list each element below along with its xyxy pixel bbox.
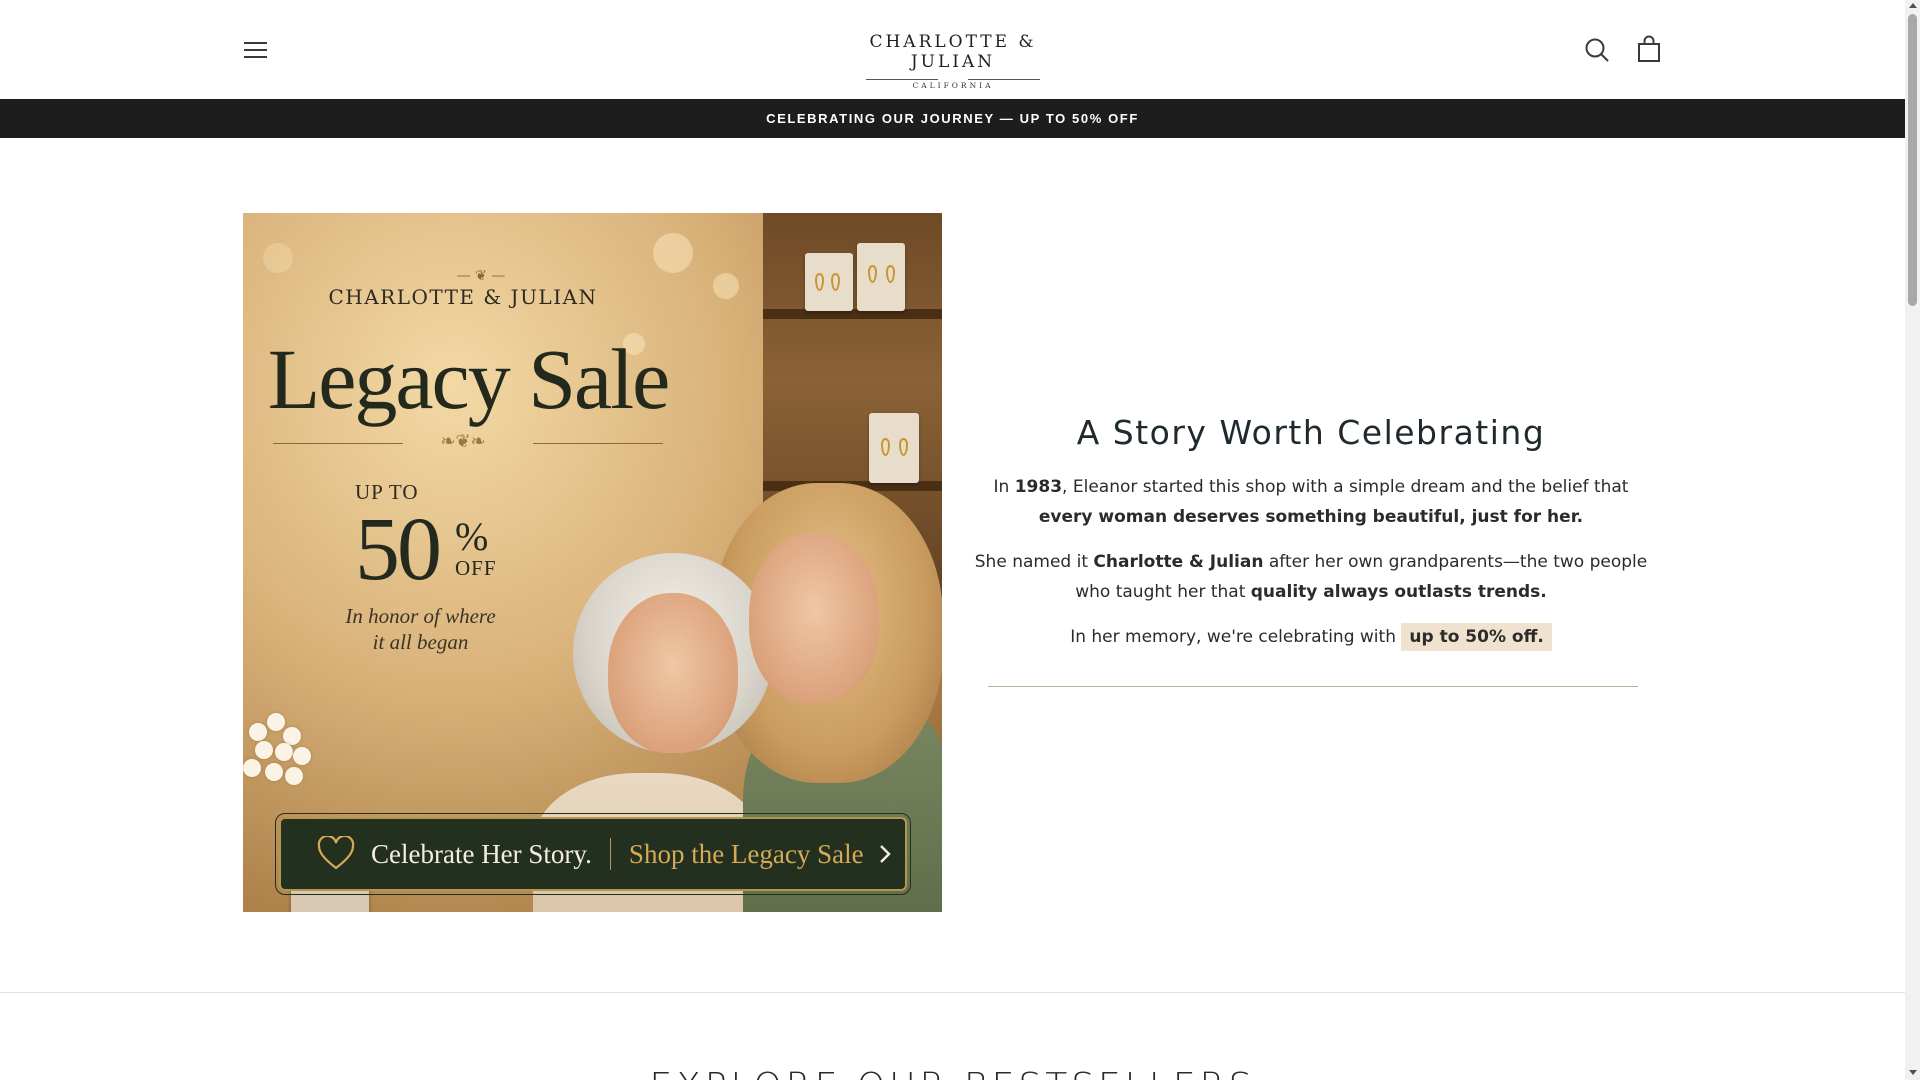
flourish-icon: ❧❦❧ bbox=[440, 431, 486, 452]
story-paragraph-3: In her memory, we're celebrating with up… bbox=[974, 622, 1648, 652]
white-flowers bbox=[243, 713, 313, 833]
search-icon[interactable] bbox=[1582, 35, 1612, 65]
legacy-sale-banner[interactable]: — ❦ — CHARLOTTE & JULIAN Legacy Sale ❧❦❧… bbox=[243, 213, 942, 912]
story-belief: every woman deserves something beautiful… bbox=[1038, 507, 1584, 527]
story-brand: Charlotte & Julian bbox=[1093, 552, 1264, 572]
story-quality: quality always outlasts trends. bbox=[1250, 582, 1547, 602]
ornament-icon: — ❦ — bbox=[456, 268, 506, 284]
heart-icon bbox=[317, 836, 355, 870]
story-paragraph-1: In 1983, Eleanor started this shop with … bbox=[993, 477, 1629, 527]
cta-celebrate-text: Celebrate Her Story. bbox=[371, 838, 592, 869]
shop-legacy-sale-button[interactable]: Celebrate Her Story. Shop the Legacy Sal… bbox=[275, 813, 911, 895]
chevron-right-icon bbox=[879, 845, 891, 863]
hamburger-menu-icon[interactable] bbox=[241, 38, 273, 62]
bestsellers-heading: EXPLORE OUR BESTSELLERS bbox=[0, 1066, 1905, 1080]
scrollbar-thumb[interactable] bbox=[1908, 14, 1917, 306]
announcement-bar: CELEBRATING OUR JOURNEY — UP TO 50% OFF bbox=[0, 99, 1905, 138]
announcement-text: CELEBRATING OUR JOURNEY — UP TO 50% OFF bbox=[766, 111, 1139, 126]
scroll-down-arrow-icon[interactable] bbox=[1909, 1070, 1917, 1075]
logo-name: CHARLOTTE & JULIAN bbox=[869, 32, 1037, 72]
site-header: CHARLOTTE & JULIAN CALIFORNIA bbox=[0, 0, 1905, 99]
shopping-bag-icon[interactable] bbox=[1634, 35, 1664, 65]
cta-shop-text: Shop the Legacy Sale bbox=[628, 838, 864, 869]
story-section: A Story Worth Celebrating In 1983, Elean… bbox=[974, 408, 1648, 652]
promo-honor-text: In honor of where it all began bbox=[333, 603, 508, 655]
site-logo[interactable]: CHARLOTTE & JULIAN CALIFORNIA bbox=[826, 32, 1080, 90]
story-year: 1983 bbox=[1014, 477, 1063, 497]
section-divider bbox=[0, 992, 1905, 993]
logo-tagline: CALIFORNIA bbox=[912, 81, 994, 90]
story-title: A Story Worth Celebrating bbox=[1076, 413, 1546, 452]
promo-honor-line2: it all began bbox=[372, 630, 469, 654]
discount-highlight: up to 50% off. bbox=[1401, 623, 1552, 651]
page-scrollbar[interactable] bbox=[1905, 0, 1920, 1080]
story-divider bbox=[988, 686, 1638, 687]
promo-honor-line1: In honor of where bbox=[345, 604, 496, 628]
promo-off: OFF bbox=[455, 556, 497, 580]
promo-percent: 50 bbox=[355, 500, 442, 599]
story-paragraph-2: She named it Charlotte & Julian after he… bbox=[974, 552, 1648, 602]
promo-title: Legacy Sale bbox=[267, 331, 671, 427]
promo-brand: CHARLOTTE & JULIAN bbox=[328, 285, 598, 309]
scroll-up-arrow-icon[interactable] bbox=[1909, 3, 1917, 8]
promo-percent-sign: % bbox=[455, 514, 489, 559]
